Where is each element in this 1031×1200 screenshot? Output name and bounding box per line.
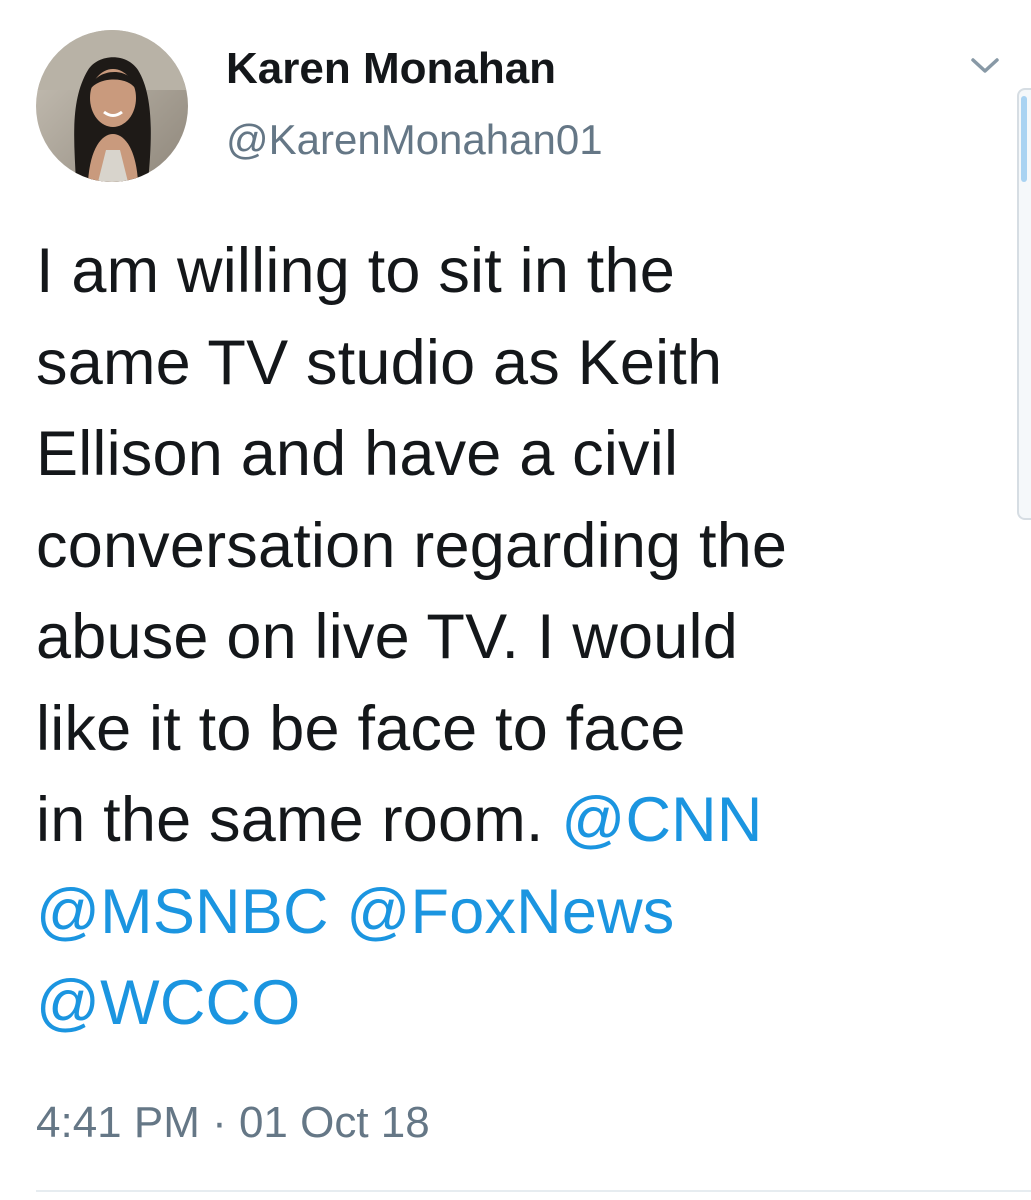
divider: [36, 1190, 1031, 1192]
tweet-text-line: I am willing to sit in the: [36, 226, 1006, 318]
tweet-text-segment: abuse on live TV. I would: [36, 602, 738, 672]
tweet-text: I am willing to sit in the same TV studi…: [36, 226, 1006, 1050]
display-name[interactable]: Karen Monahan: [226, 44, 556, 94]
chevron-down-icon[interactable]: [963, 50, 1007, 80]
tweet-text-line: like it to be face to face: [36, 684, 1006, 776]
tweet-text-line: same TV studio as Keith: [36, 318, 1006, 410]
tweet-text-segment: conversation regarding the: [36, 510, 788, 581]
user-handle[interactable]: @KarenMonahan01: [226, 116, 603, 164]
tweet-text-line: @WCCO: [36, 958, 1006, 1050]
tweet-text-line: conversation regarding the: [36, 501, 1006, 593]
mention-link-msnbc[interactable]: @MSNBC: [36, 877, 329, 947]
mention-link-foxnews[interactable]: @FoxNews: [346, 877, 674, 947]
tweet-timestamp[interactable]: 4:41 PM · 01 Oct 18: [36, 1098, 430, 1148]
avatar[interactable]: [36, 30, 188, 182]
tweet-text-segment: in the same room.: [36, 785, 562, 855]
mention-link-wcco[interactable]: @WCCO: [36, 968, 300, 1038]
profile-photo: [36, 30, 188, 182]
tweet-text-line: abuse on live TV. I would: [36, 592, 1006, 684]
tweet-text-segment: I am willing to sit in the: [36, 236, 675, 306]
tweet-text-space: [329, 877, 347, 947]
tweet-text-line: in the same room. @CNN: [36, 775, 1006, 867]
tweet-text-line: @MSNBC @FoxNews: [36, 867, 1006, 959]
tweet-text-segment: like it to be face to face: [36, 693, 686, 764]
tweet-text-segment: same TV studio as Keith: [36, 327, 723, 398]
mention-link-cnn[interactable]: @CNN: [561, 785, 762, 855]
scroll-indicator-accent: [1021, 96, 1027, 182]
tweet-text-line: Ellison and have a civil: [36, 409, 1006, 501]
tweet-text-segment: Ellison and have a civil: [36, 419, 679, 489]
scroll-indicator: [1017, 88, 1031, 520]
